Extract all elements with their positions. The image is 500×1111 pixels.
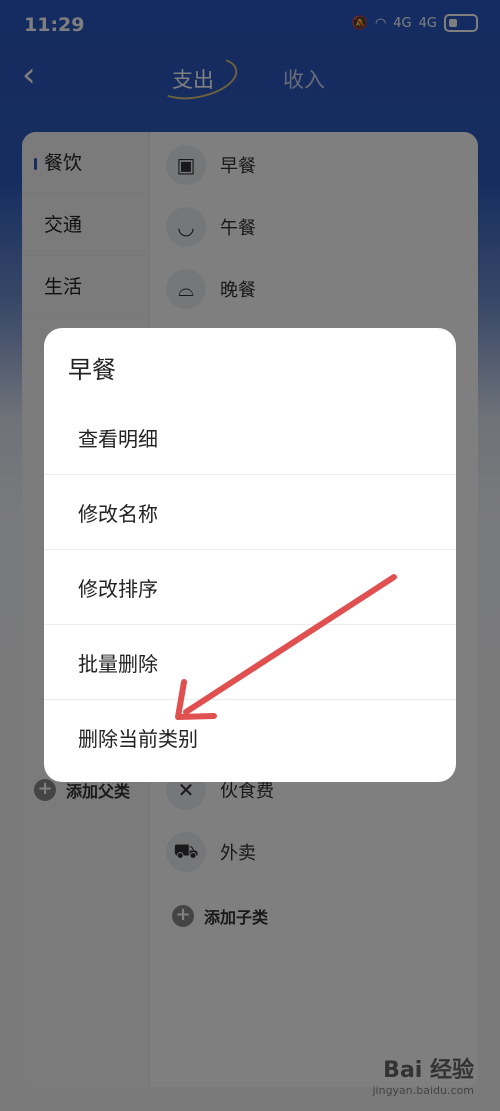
menu-item-delete-category[interactable]: 删除当前类别 — [44, 699, 456, 774]
menu-item-batch-delete[interactable]: 批量删除 — [44, 624, 456, 699]
category-action-dialog: 早餐 查看明细 修改名称 修改排序 批量删除 删除当前类别 — [44, 328, 456, 782]
menu-item-view-details[interactable]: 查看明细 — [44, 400, 456, 475]
dialog-title: 早餐 — [68, 356, 116, 384]
watermark-logo: Bai 经验 — [383, 1058, 474, 1083]
watermark-url: jingyan.baidu.com — [372, 1084, 474, 1097]
menu-item-reorder[interactable]: 修改排序 — [44, 549, 456, 624]
watermark: Bai 经验 jingyan.baidu.com — [372, 1052, 474, 1097]
menu-item-rename[interactable]: 修改名称 — [44, 474, 456, 549]
